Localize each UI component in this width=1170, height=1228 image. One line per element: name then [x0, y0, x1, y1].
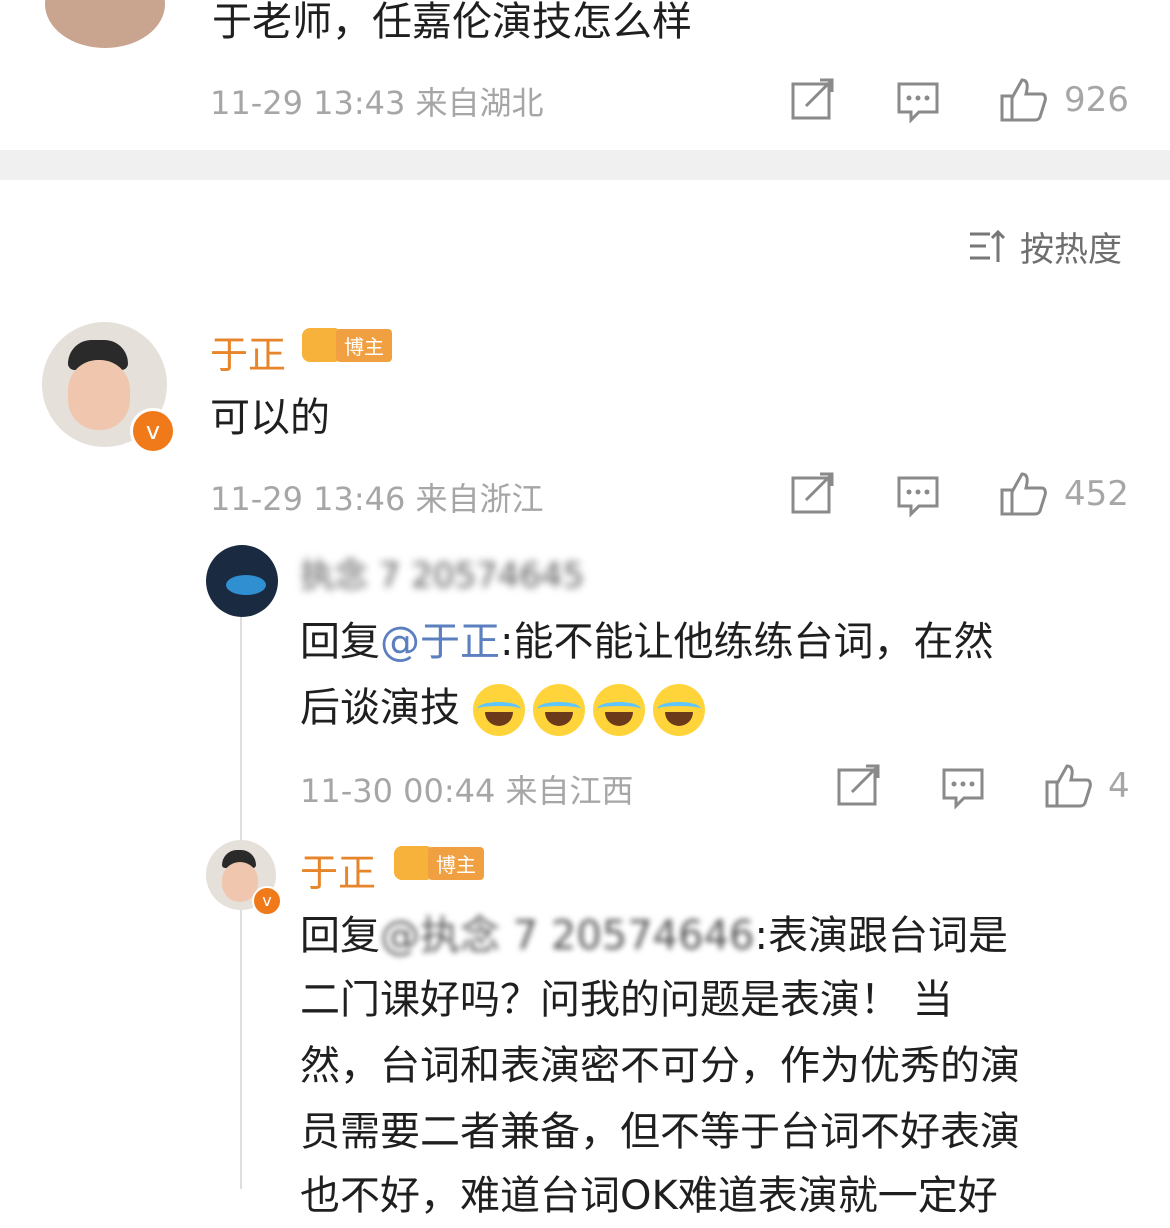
- reply-text-line: 后谈演技: [300, 676, 713, 740]
- user-name[interactable]: 执念 7 20574645: [300, 548, 584, 597]
- share-icon[interactable]: [790, 78, 836, 122]
- comment-icon[interactable]: [940, 766, 986, 810]
- reply-text-line: 回复@于正:能不能让他练练台词，在然: [300, 610, 993, 674]
- section-divider: [0, 150, 1170, 180]
- reply-text-line: 员需要二者兼备，但不等于台词不好表演: [300, 1109, 1020, 1155]
- reply-text: :表演跟台词是: [754, 913, 1008, 959]
- sort-icon[interactable]: [968, 228, 1008, 264]
- verified-icon: v: [252, 886, 282, 916]
- blogger-badge: 博主: [302, 328, 392, 362]
- badge-label: 博主: [428, 846, 484, 880]
- avatar[interactable]: [45, 0, 165, 48]
- blogger-badge: 博主: [394, 846, 484, 880]
- laugh-cry-emoji-icon: [592, 684, 645, 736]
- like-count: 926: [1064, 80, 1129, 120]
- mention-link[interactable]: @于正: [380, 619, 500, 665]
- badge-label: 博主: [336, 328, 392, 362]
- share-icon[interactable]: [836, 764, 882, 808]
- comment-icon[interactable]: [895, 80, 941, 124]
- share-icon[interactable]: [790, 472, 836, 516]
- reply-prefix: 回复: [300, 619, 380, 665]
- laugh-cry-emoji-icon: [652, 684, 705, 736]
- reply-text-line: 二门课好吗？问我的问题是表演！ 当: [300, 977, 953, 1023]
- sort-label[interactable]: 按热度: [1020, 222, 1122, 271]
- like-icon[interactable]: [998, 76, 1048, 124]
- mention-link[interactable]: @执念 7 20574646: [380, 913, 754, 959]
- comment-meta: 11-29 13:43 来自湖北: [210, 84, 544, 122]
- laugh-cry-emoji-icon: [472, 684, 525, 736]
- reply-text: 后谈演技: [300, 685, 460, 731]
- reply-text-line: 也不好，难道台词OK难道表演就一定好: [300, 1173, 998, 1219]
- comment-icon[interactable]: [895, 474, 941, 518]
- like-icon[interactable]: [998, 470, 1048, 518]
- comment-meta: 11-29 13:46 来自浙江: [210, 480, 544, 518]
- comment-text: 可以的: [210, 395, 330, 441]
- reply-prefix: 回复: [300, 913, 380, 959]
- laugh-cry-emoji-icon: [532, 684, 585, 736]
- like-count: 452: [1064, 474, 1129, 514]
- user-name[interactable]: 于正: [210, 324, 286, 379]
- reply-text-line: 回复@执念 7 20574646:表演跟台词是: [300, 904, 1008, 968]
- reply-text: :能不能让他练练台词，在然: [500, 619, 994, 665]
- user-name[interactable]: 于正: [300, 842, 376, 897]
- verified-icon: v: [130, 408, 176, 454]
- like-count: 4: [1108, 766, 1130, 806]
- avatar[interactable]: [206, 545, 278, 617]
- comment-meta: 11-30 00:44 来自江西: [300, 772, 634, 810]
- like-icon[interactable]: [1043, 762, 1093, 810]
- reply-text-line: 然，台词和表演密不可分，作为优秀的演: [300, 1043, 1020, 1089]
- comment-text: 于老师，任嘉伦演技怎么样: [212, 0, 692, 45]
